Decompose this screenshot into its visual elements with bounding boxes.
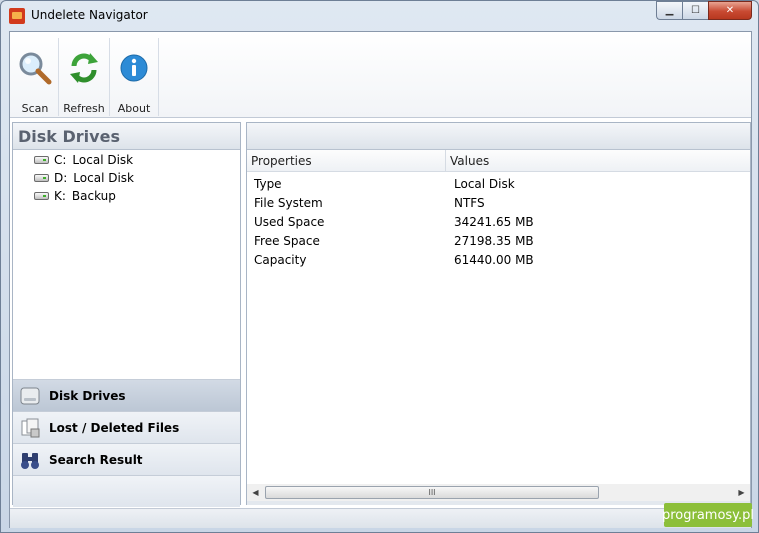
minimize-button[interactable]: ▁ — [656, 1, 682, 20]
window-title: Undelete Navigator — [31, 8, 148, 22]
app-icon — [9, 8, 25, 24]
drive-name: Local Disk — [73, 171, 134, 185]
scroll-right-button[interactable]: ▶ — [733, 484, 750, 501]
table-row[interactable]: File System NTFS — [247, 193, 750, 212]
nav-item-lost-deleted-files[interactable]: Lost / Deleted Files — [13, 411, 240, 443]
close-button[interactable]: ✕ — [708, 1, 752, 20]
magnifier-icon — [19, 52, 52, 85]
client-area: Scan Refresh About Disk Drives C: Local … — [9, 31, 752, 528]
binoculars-icon — [21, 452, 39, 469]
value-cell: 34241.65 MB — [454, 214, 534, 229]
refresh-icon — [70, 53, 98, 83]
properties-list: Type Local Disk File System NTFS Used Sp… — [247, 172, 750, 269]
nav-item-search-result[interactable]: Search Result — [13, 443, 240, 475]
right-panel-header — [247, 123, 750, 150]
toolbar-separator — [109, 38, 110, 116]
toolbar-separator — [58, 38, 59, 116]
drive-icon — [34, 192, 49, 200]
about-button[interactable]: About — [112, 40, 156, 116]
drive-letter: K: — [54, 189, 66, 203]
property-cell: Used Space — [254, 214, 325, 229]
nav-filler — [13, 475, 240, 507]
drive-letter: D: — [54, 171, 68, 185]
value-cell: Local Disk — [454, 176, 515, 191]
value-cell: 27198.35 MB — [454, 233, 534, 248]
tree-item-drive-c[interactable]: C: Local Disk — [13, 151, 240, 169]
status-bar — [10, 508, 751, 528]
properties-list-header: Properties Values — [247, 150, 750, 172]
scroll-track[interactable]: III — [264, 484, 733, 501]
property-cell: Free Space — [254, 233, 320, 248]
column-header-properties[interactable]: Properties — [247, 150, 446, 171]
table-row[interactable]: Type Local Disk — [247, 174, 750, 193]
column-header-values[interactable]: Values — [446, 150, 750, 171]
drive-icon — [34, 174, 49, 182]
toolbar: Scan Refresh About — [10, 32, 751, 118]
about-label: About — [117, 102, 151, 115]
left-panel: Disk Drives C: Local Disk D: Local Disk … — [12, 122, 241, 507]
maximize-button[interactable]: ☐ — [682, 1, 708, 20]
nav-label-lost-deleted-files: Lost / Deleted Files — [49, 420, 180, 435]
scan-label: Scan — [21, 102, 49, 115]
nav-label-disk-drives: Disk Drives — [49, 388, 126, 403]
property-cell: Capacity — [254, 252, 307, 267]
drive-tree: C: Local Disk D: Local Disk K: Backup — [13, 150, 240, 205]
toolbar-separator — [158, 38, 159, 116]
title-bar[interactable]: Undelete Navigator ▁ ☐ ✕ — [1, 1, 758, 30]
table-row[interactable]: Free Space 27198.35 MB — [247, 231, 750, 250]
right-panel: Properties Values Type Local Disk File S… — [246, 122, 751, 505]
refresh-button[interactable]: Refresh — [61, 40, 107, 116]
table-row[interactable]: Used Space 34241.65 MB — [247, 212, 750, 231]
drive-letter: C: — [54, 153, 67, 167]
nav-stack: Disk Drives Lost / Deleted Files Search … — [13, 379, 240, 507]
nav-label-search-result: Search Result — [49, 452, 143, 467]
watermark: programosy.pl — [662, 503, 754, 527]
info-icon — [120, 54, 148, 82]
deleted-files-icon — [21, 418, 40, 437]
tree-item-drive-k[interactable]: K: Backup — [13, 187, 240, 205]
property-cell: File System — [254, 195, 323, 210]
left-panel-header: Disk Drives — [13, 123, 240, 150]
horizontal-scrollbar[interactable]: ◀ III ▶ — [247, 484, 750, 501]
scroll-thumb[interactable]: III — [265, 486, 599, 499]
property-cell: Type — [254, 176, 282, 191]
disk-drives-icon — [20, 387, 40, 404]
scroll-left-button[interactable]: ◀ — [247, 484, 264, 501]
app-window: Undelete Navigator ▁ ☐ ✕ Scan Refresh Ab… — [0, 0, 759, 533]
drive-icon — [34, 156, 49, 164]
scan-button[interactable]: Scan — [14, 40, 56, 116]
caption-buttons: ▁ ☐ ✕ — [656, 1, 752, 20]
tree-item-drive-d[interactable]: D: Local Disk — [13, 169, 240, 187]
drive-name: Backup — [71, 189, 116, 203]
refresh-label: Refresh — [63, 102, 105, 115]
value-cell: 61440.00 MB — [454, 252, 534, 267]
nav-item-disk-drives[interactable]: Disk Drives — [13, 379, 240, 411]
value-cell: NTFS — [454, 195, 485, 210]
drive-name: Local Disk — [72, 153, 134, 167]
table-row[interactable]: Capacity 61440.00 MB — [247, 250, 750, 269]
